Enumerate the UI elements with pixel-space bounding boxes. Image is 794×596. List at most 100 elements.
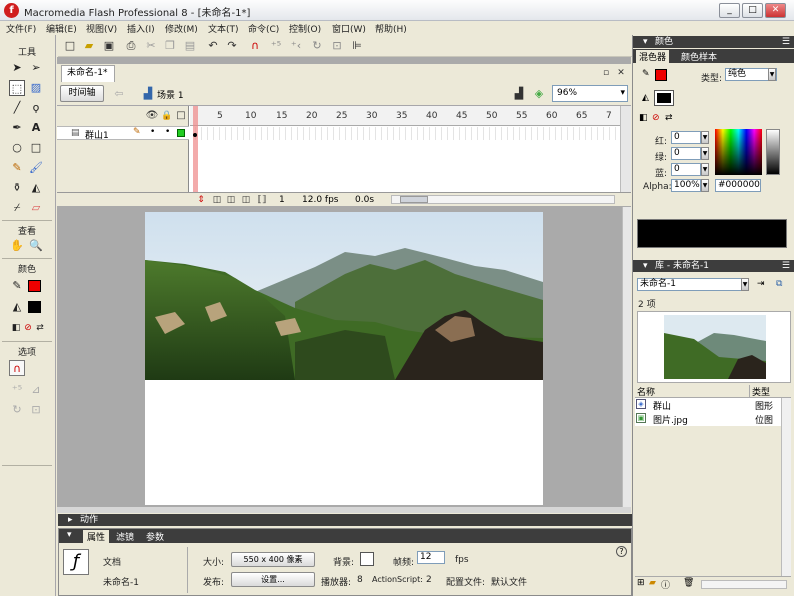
stroke-swatch[interactable] (655, 69, 667, 81)
free-transform-tool-icon[interactable]: ⬚ (9, 80, 25, 96)
chevron-down-icon[interactable]: ▼ (701, 131, 709, 144)
smooth-icon[interactable]: ⁺⁵ (269, 39, 283, 53)
menu-file[interactable]: 文件(F) (6, 22, 36, 35)
rotate-icon[interactable]: ↻ (310, 39, 324, 53)
edit-scene-icon[interactable]: ▟ (512, 87, 526, 101)
maximize-button[interactable]: □ (742, 3, 763, 18)
actions-panel-header[interactable]: ▸ 动作 (58, 514, 632, 526)
menu-text[interactable]: 文本(T) (208, 22, 239, 35)
close-doc-icon[interactable]: ✕ (614, 66, 628, 80)
menu-help[interactable]: 帮助(H) (375, 22, 407, 35)
keyframe[interactable] (193, 133, 197, 137)
document-tab[interactable]: 未命名-1* (61, 65, 115, 82)
hex-input[interactable]: #000000 (715, 179, 761, 192)
rotate-option-icon[interactable]: ↻ (9, 402, 25, 418)
blue-input[interactable]: 0 (671, 163, 701, 176)
straighten-option-icon[interactable]: ⊿ (28, 382, 44, 398)
edit-symbol-icon[interactable]: ◈ (532, 87, 546, 101)
panel-menu-icon[interactable]: ☰ (782, 36, 790, 48)
chevron-down-icon[interactable]: ▼ (768, 68, 776, 81)
properties-icon[interactable]: ⓘ (661, 578, 670, 591)
menu-edit[interactable]: 编辑(E) (46, 22, 77, 35)
eyedropper-tool-icon[interactable]: ⌿ (9, 200, 25, 216)
color-panel-header[interactable]: ▾ 颜色 ☰ (633, 36, 794, 48)
fps-input[interactable]: 12 (417, 551, 445, 564)
lasso-tool-icon[interactable]: ϙ (28, 100, 44, 116)
black-white-icon[interactable]: ◧ (639, 113, 648, 123)
onion-markers-icon[interactable]: ⟦⟧ (255, 193, 269, 207)
trash-icon[interactable]: 🗑 (683, 578, 694, 588)
center-frame-icon[interactable]: ⇕ (194, 193, 208, 207)
panel-menu-icon[interactable]: ☰ (782, 260, 790, 272)
stroke-color-swatch[interactable] (28, 280, 41, 292)
rectangle-tool-icon[interactable]: □ (28, 140, 44, 156)
cut-icon[interactable]: ✂ (144, 39, 158, 53)
frame-grid[interactable]: 5 10 15 20 25 30 35 40 45 50 55 60 65 7 (190, 106, 620, 194)
library-doc-select[interactable]: 未命名-1 (637, 278, 749, 291)
layer-color-swatch[interactable] (177, 129, 185, 137)
size-button[interactable]: 550 x 400 像素 (231, 552, 315, 567)
tab-filters[interactable]: 滤镜 (116, 530, 134, 543)
arrow-tool-icon[interactable]: ➤ (9, 60, 25, 76)
menu-view[interactable]: 视图(V) (86, 22, 117, 35)
tab-properties[interactable]: 属性 (83, 530, 110, 543)
back-arrow-icon[interactable]: ⇦ (112, 87, 126, 101)
outline-icon[interactable]: □ (174, 109, 188, 123)
tab-parameters[interactable]: 参数 (146, 530, 164, 543)
fill-swatch[interactable] (654, 90, 674, 106)
paste-icon[interactable]: ▤ (183, 39, 197, 53)
timeline-hscroll[interactable] (391, 195, 615, 204)
copy-icon[interactable]: ❐ (163, 39, 177, 53)
straighten-icon[interactable]: ⁺‹ (289, 39, 303, 53)
new-library-panel-icon[interactable]: ⧉ (776, 279, 782, 289)
settings-button[interactable]: 设置... (231, 572, 315, 587)
oval-tool-icon[interactable]: ○ (9, 140, 25, 156)
library-panel-header[interactable]: ▾ 库 - 未命名-1 ☰ (633, 260, 794, 272)
frame-row[interactable] (190, 127, 620, 140)
stroke-color-icon[interactable]: ✎ (9, 278, 25, 294)
menu-commands[interactable]: 命令(C) (248, 22, 279, 35)
timeline-toggle-button[interactable]: 时间轴 (60, 85, 104, 102)
pencil-tool-icon[interactable]: ✎ (9, 160, 25, 176)
swap-colors-icon[interactable]: ⇄ (32, 320, 48, 336)
visible-dot-icon[interactable]: • (150, 127, 155, 137)
chevron-down-icon[interactable]: ▼ (701, 179, 709, 192)
align-icon[interactable]: ⊫ (350, 39, 364, 53)
green-input[interactable]: 0 (671, 147, 701, 160)
close-button[interactable]: ✕ (765, 3, 786, 18)
new-file-icon[interactable]: □ (63, 39, 77, 53)
paint-bucket-tool-icon[interactable]: ◭ (28, 180, 44, 196)
eye-icon[interactable]: 👁 (145, 109, 159, 123)
onion-skin-icon[interactable]: ◫ (210, 193, 224, 207)
pen-tool-icon[interactable]: ✒ (9, 120, 25, 136)
scale-option-icon[interactable]: ⊡ (28, 402, 44, 418)
open-folder-icon[interactable]: ▰ (82, 39, 96, 53)
library-hscroll[interactable] (701, 580, 787, 589)
pin-icon[interactable]: ⇥ (757, 279, 765, 289)
swap-colors-icon[interactable]: ⇄ (665, 113, 673, 123)
chevron-down-icon[interactable]: ▼ (701, 147, 709, 160)
menu-insert[interactable]: 插入(I) (127, 22, 155, 35)
redo-icon[interactable]: ↷ (225, 39, 239, 53)
menu-control[interactable]: 控制(O) (289, 22, 321, 35)
mountain-photo[interactable] (145, 212, 543, 380)
menu-modify[interactable]: 修改(M) (165, 22, 198, 35)
no-color-icon[interactable]: ⊘ (652, 113, 660, 123)
new-folder-icon[interactable]: ▰ (649, 578, 656, 588)
fill-color-icon[interactable]: ◭ (9, 299, 25, 315)
playhead[interactable] (193, 106, 198, 194)
red-input[interactable]: 0 (671, 131, 701, 144)
subselect-tool-icon[interactable]: ➢ (28, 60, 44, 76)
library-item-row[interactable]: ◈ 群山 图形 (635, 398, 781, 412)
save-icon[interactable]: ▣ (102, 39, 116, 53)
hand-tool-icon[interactable]: ✋ (9, 238, 25, 254)
zoom-tool-icon[interactable]: 🔍 (28, 238, 44, 254)
layer-row[interactable]: ▤ 群山1 ✎ • • (57, 126, 189, 141)
new-symbol-icon[interactable]: ⊞ (637, 578, 645, 588)
tab-swatches[interactable]: 颜色样本 (681, 50, 717, 63)
color-spectrum-picker[interactable] (715, 129, 762, 175)
menu-window[interactable]: 窗口(W) (332, 22, 366, 35)
scroll-thumb[interactable] (400, 196, 428, 203)
library-vscroll[interactable] (781, 398, 791, 576)
col-name[interactable]: 名称 (637, 385, 655, 398)
